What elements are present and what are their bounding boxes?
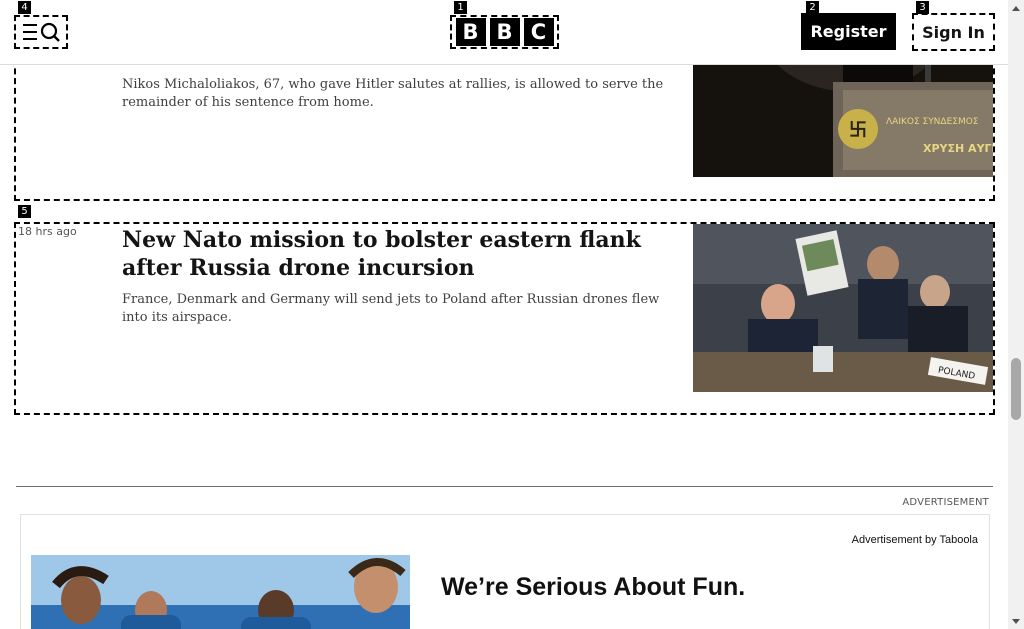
logo-letter-c: C	[523, 18, 554, 46]
podium-sign-text: ΛΑΙΚΟΣ ΣΥΝΔΕΣΜΟΣ	[886, 117, 979, 127]
menu-search-button[interactable]	[14, 15, 68, 49]
marker-3: 3	[916, 1, 929, 14]
marker-2: 2	[806, 1, 819, 14]
article-summary: France, Denmark and Germany will send je…	[122, 292, 660, 325]
taboola-ad[interactable]: Advertisement by Taboola We’re Serious A…	[20, 514, 990, 629]
ad-image[interactable]	[31, 555, 410, 629]
page-scrollbar[interactable]	[1008, 0, 1024, 629]
article-card[interactable]: 18 hrs ago New Nato mission to bolster e…	[14, 222, 995, 415]
logo-letter-b1: B	[455, 18, 486, 46]
scroll-down-arrow-icon[interactable]	[1008, 613, 1024, 629]
scroll-thumb[interactable]	[1011, 358, 1021, 420]
signin-button[interactable]: Sign In	[912, 13, 995, 51]
scroll-up-arrow-icon[interactable]	[1008, 0, 1024, 16]
taboola-attribution[interactable]: Advertisement by Taboola	[852, 534, 978, 546]
marker-5: 5	[18, 205, 31, 218]
marker-4: 4	[18, 1, 31, 14]
bbc-logo[interactable]: B B C	[450, 15, 559, 49]
logo-letter-b2: B	[489, 18, 520, 46]
article-headline[interactable]: New Nato mission to bolster eastern flan…	[122, 226, 677, 282]
svg-text:卐: 卐	[849, 120, 867, 141]
article-image: POLAND	[693, 224, 993, 392]
svg-text:ΧΡΥΣΗ ΑΥΓΗ: ΧΡΥΣΗ ΑΥΓΗ	[923, 142, 993, 155]
ad-title[interactable]: We’re Serious About Fun.	[441, 573, 745, 602]
article-summary: Nikos Michaloliakos, 67, who gave Hitler…	[122, 77, 664, 110]
article-timestamp: 18 hrs ago	[18, 225, 77, 238]
menu-search-icon	[23, 22, 60, 42]
register-button[interactable]: Register	[801, 13, 896, 50]
marker-1: 1	[454, 1, 467, 14]
ad-label: ADVERTISEMENT	[902, 497, 989, 508]
site-header: B B C Register Sign In	[0, 0, 1008, 65]
ad-divider	[16, 486, 993, 487]
